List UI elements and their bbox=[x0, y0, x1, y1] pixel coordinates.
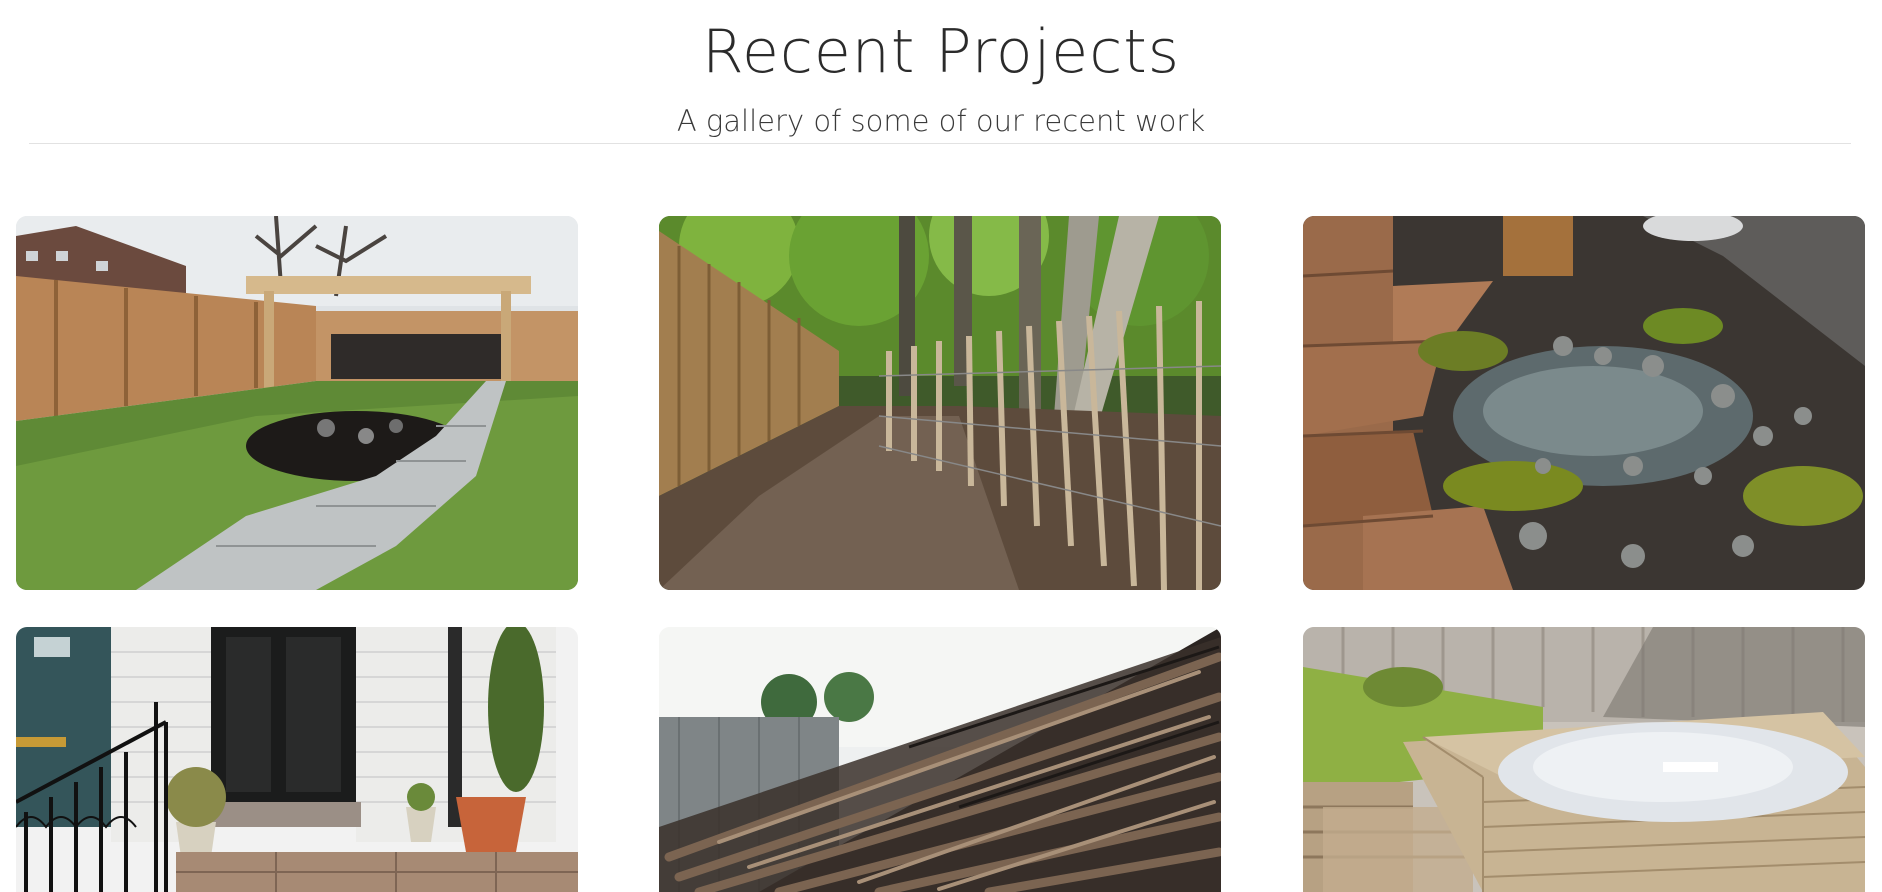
page-title: Recent Projects bbox=[702, 17, 1180, 87]
page-subtitle: A gallery of some of our recent work bbox=[676, 104, 1206, 138]
page: Recent Projects A gallery of some of our… bbox=[0, 0, 1882, 892]
gallery-item-doorstep[interactable] bbox=[16, 627, 578, 892]
gallery-item-woven-fence[interactable] bbox=[659, 627, 1221, 892]
header-divider bbox=[29, 143, 1851, 144]
gallery-item-woodland-fence[interactable] bbox=[659, 216, 1221, 590]
hot-tub-photo bbox=[1303, 627, 1865, 892]
woven-fence-photo bbox=[659, 627, 1221, 892]
gallery-item-rock-garden[interactable] bbox=[1303, 216, 1865, 590]
gallery-item-garden-path[interactable] bbox=[16, 216, 578, 590]
rock-garden-photo bbox=[1303, 216, 1865, 590]
woodland-fence-photo bbox=[659, 216, 1221, 590]
doorstep-photo bbox=[16, 627, 578, 892]
garden-path-photo bbox=[16, 216, 578, 590]
gallery-item-hot-tub[interactable] bbox=[1303, 627, 1865, 892]
